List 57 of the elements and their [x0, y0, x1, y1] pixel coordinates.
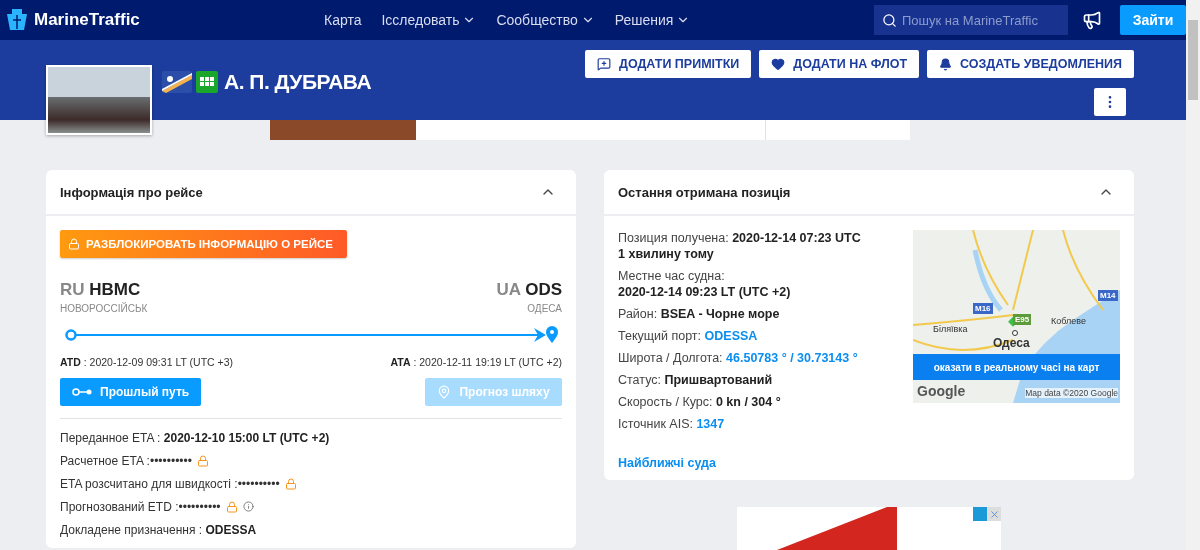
close-icon[interactable] — [987, 507, 1001, 521]
port-code: RU НВМС — [60, 280, 141, 300]
vessel-type-icon — [196, 71, 218, 93]
lock-icon — [225, 500, 238, 513]
detail-text: Прогнозований ETD :•••••••••• — [60, 499, 221, 514]
card-title: Інформація про рейсе — [60, 184, 203, 200]
road-number: M14 — [1098, 290, 1118, 301]
position-field: Статус: Пришвартований — [618, 372, 861, 388]
vessel-name: А. П. ДУБРАВА — [224, 70, 372, 94]
detail-text: Расчетное ETA :•••••••••• — [60, 453, 192, 468]
position-field: Широта / Долгота: 46.50783 ° / 30.73143 ° — [618, 350, 861, 366]
megaphone-icon[interactable] — [1082, 10, 1102, 30]
info-icon[interactable] — [242, 501, 254, 512]
detail-text: Переданное ETA : 2020-12-10 15:00 LT (UTC +2) — [60, 430, 330, 445]
note-add-icon — [597, 57, 611, 71]
card-title: Остання отримана позиція — [618, 184, 791, 200]
brand-name: MarineTraffic — [34, 10, 140, 30]
nav-link[interactable]: Ісследовать — [381, 12, 477, 28]
bell-icon — [939, 57, 953, 71]
place-label: Коблеве — [1051, 316, 1086, 326]
lock-icon — [196, 454, 209, 467]
search-field[interactable]: Пошук на MarineTraffic — [874, 5, 1068, 35]
live-map-button[interactable]: оказати в реальному часі на карт — [913, 354, 1120, 380]
lock-icon — [284, 477, 297, 490]
flag-icon — [162, 71, 192, 93]
pin-icon — [437, 385, 452, 399]
port-city: ОДЕСА — [527, 303, 562, 314]
scrollbar[interactable] — [1186, 0, 1200, 550]
track-icon — [72, 388, 92, 396]
time-text: ATA : 2020-12-11 19:19 LT (UTC +2) — [390, 356, 562, 368]
nav-link[interactable]: Сообщество — [496, 12, 595, 28]
header-action-button[interactable]: ДОДАТИ НА ФЛОТ — [759, 50, 920, 78]
more-button[interactable] — [1094, 88, 1126, 116]
map-logo: Google — [917, 383, 966, 399]
lock-icon — [68, 238, 80, 250]
position-field: Скорость / Курс: 0 kn / 304 ° — [618, 394, 861, 410]
nearby-vessels-link[interactable]: Найближчі суда — [618, 456, 861, 470]
position-field: Район: BSEA - Чорне море — [618, 306, 861, 322]
position-field: Позиция получена: 2020-12-14 07:23 UTC 1 хвилину тому — [618, 230, 861, 262]
nav-link[interactable]: Карта — [324, 12, 362, 28]
time-text: ATD : 2020-12-09 09:31 LT (UTC +3) — [60, 356, 234, 368]
header-action-button[interactable]: ДОДАТИ ПРИМІТКИ — [585, 50, 752, 78]
position-field: Местне час судна: 2020-12-14 09:23 LT (UTC +2) — [618, 268, 861, 300]
map-attribution: Map data ©2020 Google — [1025, 388, 1118, 398]
position-field: Істочник AIS: 1347 — [618, 416, 861, 432]
nav-link[interactable]: Решения — [614, 12, 691, 28]
port-code: UA ODS — [496, 280, 562, 300]
position-field: Текущий порт: ODESSA — [618, 328, 861, 344]
detail-text: ETA розсчитано для швидкості :•••••••••• — [60, 476, 280, 491]
search-icon — [882, 13, 897, 28]
heart-icon — [771, 57, 786, 71]
place-label: Біляївка — [933, 324, 968, 334]
detail-text: Докладене призначення : ODESSA — [60, 522, 257, 537]
header-action-button[interactable]: СОЗДАТЬ УВЕДОМЛЕНИЯ — [927, 50, 1134, 78]
port-city: НОВОРОССІЙСЬК — [60, 303, 148, 314]
road-number: E95 — [1013, 314, 1032, 325]
road-number: M16 — [973, 303, 993, 314]
